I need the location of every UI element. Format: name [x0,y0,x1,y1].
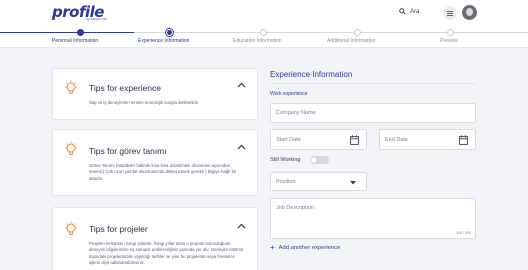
tips-text: Görev Tanımı (Maddeler halinde kısa kısa… [89,163,237,181]
start-date-placeholder: Start Date [276,137,301,143]
avatar[interactable] [462,5,477,20]
step-dot-education [260,29,267,36]
step-dot-personal [77,29,84,36]
still-working-toggle[interactable] [310,156,329,164]
lightbulb-icon [65,221,77,235]
position-placeholder: Position [276,179,296,185]
add-another-experience-label: Add another experience [278,245,341,251]
start-date-field[interactable]: Start Date [270,129,367,150]
chevron-up-icon[interactable] [237,223,246,229]
step-preview[interactable]: Preview [440,38,458,44]
chevron-up-icon[interactable] [237,144,246,150]
toggle-knob [311,157,317,163]
search-label: Ara [410,8,420,15]
plus-icon: + [270,243,275,252]
search-button[interactable]: Ara [399,8,419,15]
step-dot-preview [447,29,454,36]
company-name-placeholder: Company Name [276,110,316,116]
job-description-textarea[interactable]: Job Description 300 / 300 [270,198,476,239]
chevron-down-icon [350,181,356,185]
chevron-up-icon[interactable] [237,82,246,88]
add-another-experience-button[interactable]: + Add another experience [270,244,340,252]
company-name-field[interactable]: Company Name [270,103,476,123]
tips-title: Tips for projeler [89,224,148,234]
job-description-placeholder: Job Description [276,205,314,211]
subsection-title: Work experience [270,91,308,97]
progress-stepper: Personal Information Experience Informat… [0,28,528,48]
menu-icon [447,10,453,16]
step-dot-additional [354,29,361,36]
step-dot-experience [166,29,173,36]
still-working-label: Still Working [270,157,301,163]
character-counter: 300 / 300 [456,231,471,235]
end-date-field[interactable]: End Date [379,129,476,150]
step-experience-information[interactable]: Experience Information [138,38,189,44]
section-title: Experience Information [270,70,353,79]
step-line-done [0,32,134,33]
tips-title: Tips for experience [89,83,161,93]
tips-title: Tips for görev tanımı [89,146,167,156]
logo-tagline: by kariyer.net [86,17,107,21]
calendar-icon[interactable] [350,135,359,145]
step-line-remaining [134,32,528,33]
menu-button[interactable] [443,6,457,20]
search-icon [399,8,406,15]
lightbulb-icon [65,80,77,94]
step-personal-information[interactable]: Personal Information [52,38,98,44]
position-select[interactable]: Position [270,172,367,191]
tips-text: Staj ve iş deneyimleri tersine kronoloji… [89,100,200,105]
calendar-icon[interactable] [459,135,468,145]
section-divider [270,83,476,84]
end-date-placeholder: End Date [385,137,408,143]
tips-card-projeler: Tips for projeler Projeleri belirtirken … [52,207,258,270]
top-header: profile by kariyer.net Ara [0,0,528,28]
tips-card-gorev-tanimi: Tips for görev tanımı Görev Tanımı (Madd… [52,129,258,196]
step-additional-information[interactable]: Additional Information [327,38,375,44]
tips-text: Projeleri belirtirken hangi şirkette, ha… [89,241,244,265]
tips-card-experience: Tips for experience Staj ve iş deneyimle… [52,68,258,120]
lightbulb-icon [65,141,77,155]
step-education-information[interactable]: Education Information [233,38,282,44]
